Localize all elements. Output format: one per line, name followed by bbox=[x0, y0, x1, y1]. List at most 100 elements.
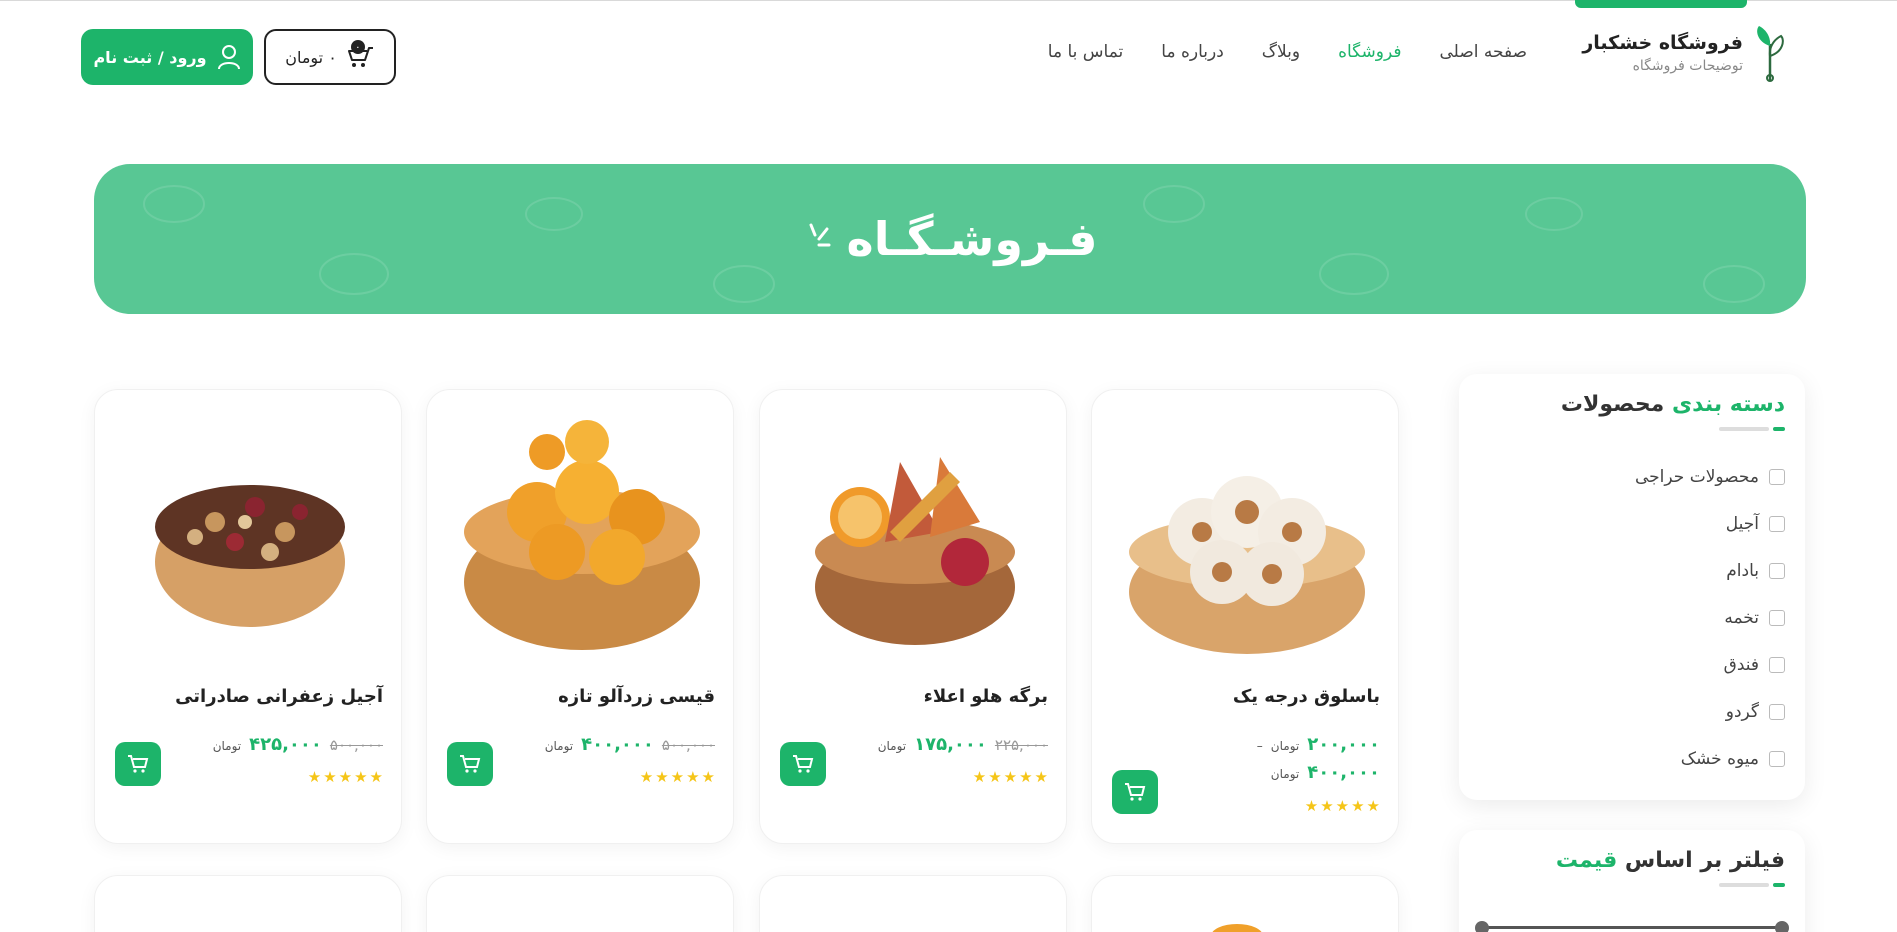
category-item[interactable]: محصولات حراجی bbox=[1479, 453, 1785, 500]
price-unit: تومان bbox=[877, 739, 907, 753]
category-item[interactable]: آجیل bbox=[1479, 500, 1785, 547]
category-label: بادام bbox=[1726, 560, 1759, 581]
nav-about[interactable]: درباره ما bbox=[1161, 42, 1224, 62]
category-filter-card: دسته بندی محصولات محصولات حراجی آجیل باد… bbox=[1459, 374, 1805, 800]
page-title: فـروشـگـاه bbox=[803, 212, 1098, 266]
price-new: ۴۰۰,۰۰۰ bbox=[581, 734, 654, 755]
category-item[interactable]: گردو bbox=[1479, 688, 1785, 735]
nav-shop[interactable]: فروشگاه bbox=[1338, 42, 1401, 62]
user-icon bbox=[217, 45, 240, 70]
star-icon: ★ bbox=[338, 768, 353, 786]
category-checkbox[interactable] bbox=[1769, 656, 1785, 673]
product-name[interactable]: باسلوق درجه یک bbox=[1233, 686, 1380, 707]
price-filter-card: فیلتر بر اساس قیمت bbox=[1459, 830, 1805, 932]
site-logo[interactable]: فروشگاه خشکبار توضیحات فروشگاه bbox=[1582, 24, 1787, 82]
slider-handle-min[interactable] bbox=[1475, 921, 1489, 932]
slider-handle-max[interactable] bbox=[1775, 921, 1789, 932]
rating-stars: ★ ★ ★ ★ ★ bbox=[640, 768, 715, 786]
price-old: ۲۲۵,۰۰۰ bbox=[994, 736, 1048, 754]
rating-stars: ★ ★ ★ ★ ★ bbox=[973, 768, 1048, 786]
star-icon: ★ bbox=[1320, 797, 1334, 815]
product-card[interactable] bbox=[759, 875, 1067, 932]
star-icon: ★ bbox=[686, 768, 700, 786]
nav-blog[interactable]: وبلاگ bbox=[1262, 42, 1300, 62]
cart-add-icon bbox=[460, 755, 481, 773]
price-line: ۵۰۰,۰۰۰ ۴۰۰,۰۰۰ تومان bbox=[545, 734, 715, 755]
category-label: فندق bbox=[1723, 654, 1759, 675]
cart-button[interactable]: ۰ ۰ تومان bbox=[264, 29, 396, 85]
price-min: ۲۰۰,۰۰۰ bbox=[1307, 734, 1380, 755]
product-name[interactable]: آجیل زعفرانی صادراتی bbox=[175, 686, 383, 707]
category-item[interactable]: میوه خشک bbox=[1479, 735, 1785, 782]
logo-accent-bar bbox=[1575, 0, 1747, 8]
category-item[interactable]: بادام bbox=[1479, 547, 1785, 594]
site-header: فروشگاه خشکبار توضیحات فروشگاه صفحه اصلی… bbox=[0, 0, 1897, 110]
category-list: محصولات حراجی آجیل بادام تخمه فندق گردو … bbox=[1479, 453, 1785, 782]
category-checkbox[interactable] bbox=[1769, 750, 1785, 767]
star-icon: ★ bbox=[1335, 797, 1350, 815]
star-icon: ★ bbox=[307, 768, 322, 786]
price-title-accent: قیمت bbox=[1555, 848, 1618, 873]
star-icon: ★ bbox=[639, 768, 654, 786]
star-icon: ★ bbox=[354, 768, 368, 786]
product-card[interactable]: برگه هلو اعلاء ۲۲۵,۰۰۰ ۱۷۵,۰۰۰ تومان ★ ★ ★… bbox=[759, 389, 1067, 844]
star-icon: ★ bbox=[1304, 797, 1319, 815]
product-card[interactable] bbox=[94, 875, 402, 932]
category-checkbox[interactable] bbox=[1769, 515, 1785, 532]
star-icon: ★ bbox=[1019, 768, 1033, 786]
product-card[interactable] bbox=[426, 875, 734, 932]
product-name[interactable]: برگه هلو اعلاء bbox=[924, 686, 1048, 707]
price-old: ۵۰۰,۰۰۰ bbox=[661, 736, 715, 754]
rating-stars: ★ ★ ★ ★ ★ bbox=[1305, 797, 1380, 815]
star-icon: ★ bbox=[701, 768, 715, 786]
cart-add-icon bbox=[128, 755, 149, 773]
title-underline bbox=[1479, 427, 1785, 431]
title-underline bbox=[1479, 883, 1785, 887]
product-card[interactable] bbox=[1091, 875, 1399, 932]
product-card[interactable]: آجیل زعفرانی صادراتی ۵۰۰,۰۰۰ ۴۲۵,۰۰۰ توم… bbox=[94, 389, 402, 844]
add-to-cart-button[interactable] bbox=[1112, 770, 1158, 814]
login-register-button[interactable]: ورود / ثبت نام bbox=[81, 29, 253, 85]
star-icon: ★ bbox=[1003, 768, 1018, 786]
price-max: ۴۰۰,۰۰۰ bbox=[1307, 762, 1380, 783]
category-label: آجیل bbox=[1725, 513, 1759, 534]
category-label: تخمه bbox=[1724, 607, 1759, 628]
nav-home[interactable]: صفحه اصلی bbox=[1440, 42, 1527, 62]
price-title-rest: فیلتر بر اساس bbox=[1617, 848, 1785, 873]
star-icon: ★ bbox=[1366, 797, 1380, 815]
category-label: محصولات حراجی bbox=[1635, 466, 1759, 487]
nav-contact[interactable]: تماس با ما bbox=[1048, 42, 1124, 62]
product-image bbox=[155, 485, 345, 627]
category-checkbox[interactable] bbox=[1769, 562, 1785, 579]
product-image bbox=[464, 420, 700, 650]
price-new: ۱۷۵,۰۰۰ bbox=[914, 734, 987, 755]
add-to-cart-button[interactable] bbox=[780, 742, 826, 786]
category-checkbox[interactable] bbox=[1769, 703, 1785, 720]
add-to-cart-button[interactable] bbox=[115, 742, 161, 786]
star-icon: ★ bbox=[670, 768, 685, 786]
cart-add-icon bbox=[1125, 783, 1146, 801]
category-item[interactable]: تخمه bbox=[1479, 594, 1785, 641]
star-icon: ★ bbox=[369, 768, 383, 786]
cart-add-icon bbox=[793, 755, 814, 773]
category-title-rest: محصولات bbox=[1560, 392, 1672, 417]
category-item[interactable]: فندق bbox=[1479, 641, 1785, 688]
product-image bbox=[1129, 476, 1365, 654]
star-icon: ★ bbox=[323, 768, 337, 786]
sparkle-icon bbox=[809, 223, 831, 247]
price-unit: تومان bbox=[1270, 767, 1300, 781]
product-card[interactable]: قیسی زردآلو تازه ۵۰۰,۰۰۰ ۴۰۰,۰۰۰ تومان ★… bbox=[426, 389, 734, 844]
price-range-slider[interactable] bbox=[1475, 921, 1789, 932]
rating-stars: ★ ★ ★ ★ ★ bbox=[308, 768, 383, 786]
cart-icon-wrap: ۰ bbox=[345, 40, 375, 70]
product-name[interactable]: قیسی زردآلو تازه bbox=[558, 686, 715, 707]
category-checkbox[interactable] bbox=[1769, 609, 1785, 626]
page-banner: فـروشـگـاه bbox=[94, 164, 1806, 314]
category-checkbox[interactable] bbox=[1769, 468, 1785, 485]
category-filter-title: دسته بندی محصولات bbox=[1479, 392, 1785, 417]
cart-count-badge: ۰ bbox=[350, 40, 365, 54]
store-name: فروشگاه خشکبار bbox=[1582, 32, 1743, 54]
product-card[interactable]: باسلوق درجه یک ۲۰۰,۰۰۰ تومان – ۴۰۰,۰۰۰ ت… bbox=[1091, 389, 1399, 844]
add-to-cart-button[interactable] bbox=[447, 742, 493, 786]
star-icon: ★ bbox=[972, 768, 987, 786]
